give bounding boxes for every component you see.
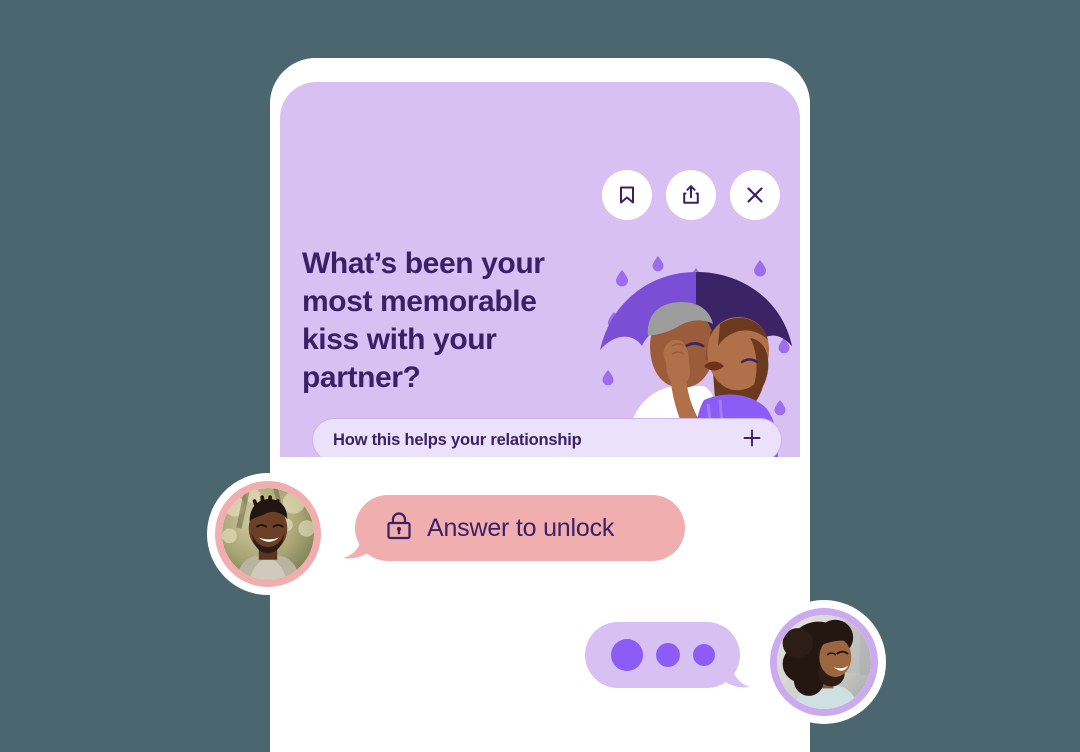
avatar-ring	[770, 608, 878, 716]
share-icon	[679, 183, 703, 207]
how-this-helps-label: How this helps your relationship	[333, 430, 582, 449]
card-action-bar	[602, 170, 780, 220]
plus-icon	[741, 427, 763, 454]
partner-avatar-left[interactable]	[207, 473, 329, 595]
typing-dot	[610, 639, 643, 671]
avatar-photo-woman	[777, 615, 871, 709]
bubble-tail-right	[712, 654, 750, 688]
page-title: What’s been your most memorable kiss wit…	[302, 247, 545, 394]
share-button[interactable]	[666, 170, 716, 220]
bookmark-button[interactable]	[602, 170, 652, 220]
typing-indicator-bubble	[585, 622, 750, 688]
avatar-photo-man	[222, 488, 314, 580]
partner-avatar-right[interactable]	[762, 600, 886, 724]
avatar-ring	[215, 481, 321, 587]
close-button[interactable]	[730, 170, 780, 220]
bookmark-icon	[615, 183, 639, 207]
bubble-tail-left	[343, 527, 381, 559]
close-icon	[743, 183, 767, 207]
typing-dot	[692, 644, 715, 666]
lock-icon	[385, 511, 413, 546]
answer-to-unlock-label: Answer to unlock	[427, 513, 615, 542]
prompt-card: What’s been your most memorable kiss wit…	[280, 82, 800, 457]
screenshot-root: What’s been your most memorable kiss wit…	[0, 0, 1080, 752]
answer-to-unlock-bubble[interactable]: Answer to unlock	[343, 495, 685, 561]
how-this-helps-expander[interactable]: How this helps your relationship	[312, 418, 782, 457]
typing-dot	[655, 643, 680, 667]
